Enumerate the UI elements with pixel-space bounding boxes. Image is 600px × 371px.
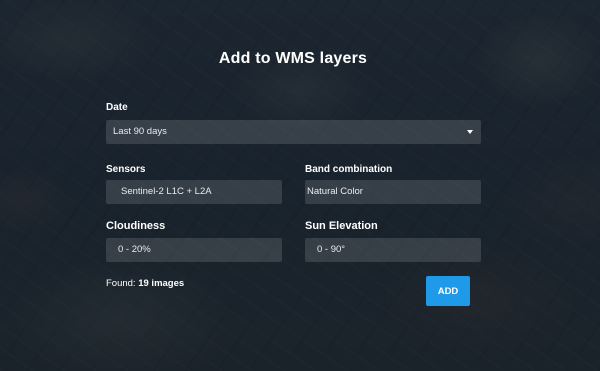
date-label: Date [106,102,128,113]
results-summary: Found: 19 images [106,278,184,289]
band-combination-value: Natural Color [307,186,363,197]
sun-elevation-field[interactable]: 0 - 90° [305,238,481,262]
cloudiness-label: Cloudiness [106,220,166,232]
cloudiness-field[interactable]: 0 - 20% [106,238,282,262]
date-select[interactable]: Last 90 days [106,120,481,144]
results-prefix: Found: [106,278,139,289]
cloudiness-value: 0 - 20% [118,244,151,255]
sun-elevation-value: 0 - 90° [317,244,346,255]
sun-elevation-label: Sun Elevation [305,220,378,232]
sensors-value: Sentinel-2 L1C + L2A [121,186,212,197]
sensors-field[interactable]: Sentinel-2 L1C + L2A [106,180,282,204]
map-viewport: Add to WMS layers Date Last 90 days Sens… [0,0,600,371]
band-combination-field[interactable]: Natural Color [305,180,481,204]
sensors-label: Sensors [106,164,146,175]
add-wms-layers-dialog: Add to WMS layers Date Last 90 days Sens… [0,0,600,371]
dialog-title: Add to WMS layers [218,50,368,67]
date-select-value: Last 90 days [113,126,167,137]
caret-down-icon [467,130,473,134]
add-button[interactable]: ADD [426,276,470,306]
band-combination-label: Band combination [305,164,393,175]
results-count: 19 images [138,278,185,289]
